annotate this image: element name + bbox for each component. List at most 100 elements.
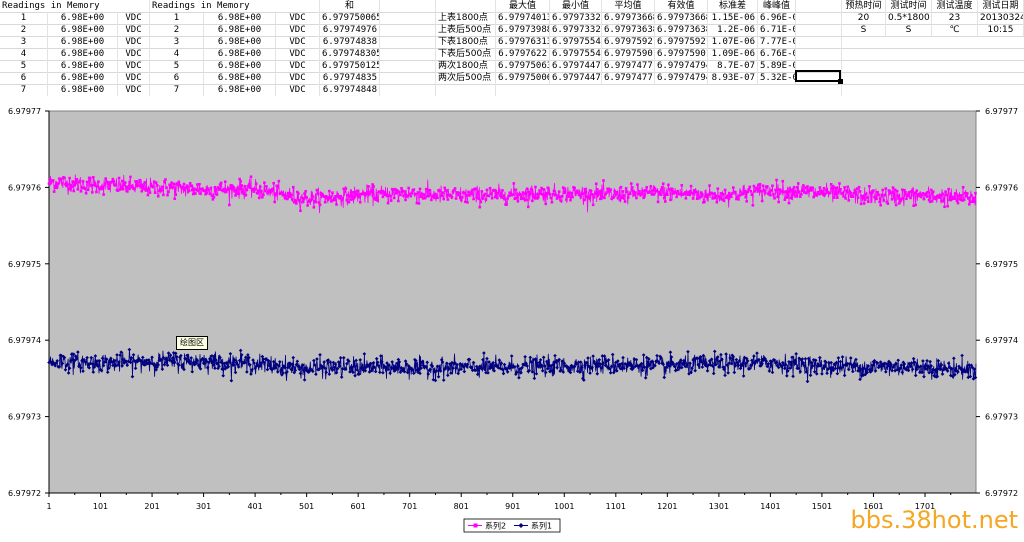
empty-cell[interactable] xyxy=(380,36,436,48)
meta-unit[interactable]: ℃ xyxy=(932,24,978,36)
reading-unit[interactable]: VDC xyxy=(118,48,150,60)
stats-value[interactable]: 6.97974794 xyxy=(655,60,708,72)
empty-cell[interactable] xyxy=(436,84,496,96)
meta-unit[interactable]: S xyxy=(842,24,886,36)
stats-row-label[interactable]: 上表1800点 xyxy=(436,12,496,24)
meta-header[interactable]: 测试日期 xyxy=(978,0,1024,12)
sum-value[interactable]: 6.979748305 xyxy=(320,48,380,60)
stats-value[interactable]: 6.9797447 xyxy=(550,60,602,72)
reading-unit[interactable]: VDC xyxy=(276,60,320,72)
stats-value[interactable]: 6.9797477 xyxy=(602,72,655,84)
sum-value[interactable]: 6.97974976 xyxy=(320,24,380,36)
meta-header[interactable]: 测试时间 xyxy=(886,0,932,12)
stats-value[interactable]: 6.97973638 xyxy=(602,24,655,36)
reading-value[interactable]: 6.98E+00 xyxy=(48,84,118,96)
stats-value[interactable]: 6.97975921 xyxy=(655,36,708,48)
stats-header[interactable]: 最大值 xyxy=(496,0,550,12)
empty-cell[interactable] xyxy=(796,24,842,36)
stats-value[interactable]: 5.89E-06 xyxy=(758,60,796,72)
stats-value[interactable]: 6.9797332 xyxy=(550,12,602,24)
stats-value[interactable]: 6.97973988 xyxy=(496,24,550,36)
reading-index[interactable]: 7 xyxy=(150,84,204,96)
reading-unit[interactable]: VDC xyxy=(276,84,320,96)
stats-value[interactable]: 8.93E-07 xyxy=(708,72,758,84)
stats-value[interactable]: 6.97973668 xyxy=(655,12,708,24)
reading-index[interactable]: 3 xyxy=(0,36,48,48)
stats-value[interactable]: 6.9797447 xyxy=(550,72,602,84)
stats-row-label[interactable]: 上表后500点 xyxy=(436,24,496,36)
stats-value[interactable]: 1.07E-06 xyxy=(708,36,758,48)
chart-area[interactable]: 6.97977 6.97977 6.97976 6.97976 6.97975 6.979… xyxy=(0,96,1024,538)
stats-value[interactable]: 6.9797622 xyxy=(496,48,550,60)
meta-header[interactable]: 预热时间 xyxy=(842,0,886,12)
empty-cell[interactable] xyxy=(436,0,496,12)
stats-value[interactable]: 1.15E-06 xyxy=(708,12,758,24)
stats-value[interactable]: 6.9797332 xyxy=(550,24,602,36)
empty-cell[interactable] xyxy=(796,0,842,12)
empty-cell[interactable] xyxy=(796,36,842,48)
stats-value[interactable]: 6.97975063 xyxy=(496,60,550,72)
empty-cell[interactable] xyxy=(380,24,436,36)
reading-unit[interactable]: VDC xyxy=(118,36,150,48)
reading-value[interactable]: 6.98E+00 xyxy=(204,12,276,24)
reading-value[interactable]: 6.98E+00 xyxy=(204,60,276,72)
stats-value[interactable]: 6.97976313 xyxy=(496,36,550,48)
reading-unit[interactable]: VDC xyxy=(118,24,150,36)
fill-handle[interactable] xyxy=(838,79,843,84)
empty-cell[interactable] xyxy=(380,60,436,72)
reading-unit[interactable]: VDC xyxy=(118,12,150,24)
reading-index[interactable]: 2 xyxy=(150,24,204,36)
reading-value[interactable]: 6.98E+00 xyxy=(48,60,118,72)
stats-value[interactable]: 1.09E-06 xyxy=(708,48,758,60)
stats-value[interactable]: 6.97974013 xyxy=(496,12,550,24)
reading-index[interactable]: 1 xyxy=(150,12,204,24)
stats-value[interactable]: 6.9797554 xyxy=(550,36,602,48)
meta-value[interactable]: 23 xyxy=(932,12,978,24)
empty-cell[interactable] xyxy=(380,72,436,84)
stats-value[interactable]: 8.7E-07 xyxy=(708,60,758,72)
stats-header[interactable]: 峰峰值 xyxy=(758,0,796,12)
reading-value[interactable]: 6.98E+00 xyxy=(204,84,276,96)
stats-header[interactable]: 有效值 xyxy=(655,0,708,12)
reading-value[interactable]: 6.98E+00 xyxy=(48,36,118,48)
stats-value[interactable]: 1.2E-06 xyxy=(708,24,758,36)
reading-value[interactable]: 6.98E+00 xyxy=(204,36,276,48)
reading-value[interactable]: 6.98E+00 xyxy=(48,48,118,60)
reading-unit[interactable]: VDC xyxy=(276,48,320,60)
meta-header[interactable]: 测试温度 xyxy=(932,0,978,12)
stats-row-label[interactable]: 两次后500点 xyxy=(436,72,496,84)
reading-value[interactable]: 6.98E+00 xyxy=(48,72,118,84)
sum-value[interactable]: 6.97974835 xyxy=(320,72,380,84)
reading-unit[interactable]: VDC xyxy=(276,24,320,36)
stats-header[interactable]: 最小值 xyxy=(550,0,602,12)
stats-value[interactable]: 6.97974794 xyxy=(655,72,708,84)
empty-cell[interactable] xyxy=(380,48,436,60)
stats-row-label[interactable]: 下表后500点 xyxy=(436,48,496,60)
reading-value[interactable]: 6.98E+00 xyxy=(204,48,276,60)
readings-header-a[interactable]: Readings in Memory xyxy=(0,0,150,12)
sum-value[interactable]: 6.97974838 xyxy=(320,36,380,48)
empty-cell[interactable] xyxy=(796,84,842,96)
stats-value[interactable]: 6.97975901 xyxy=(602,48,655,60)
reading-index[interactable]: 6 xyxy=(0,72,48,84)
reading-index[interactable]: 3 xyxy=(150,36,204,48)
meta-value[interactable]: 20130324 xyxy=(978,12,1024,24)
selected-cell[interactable] xyxy=(795,70,841,82)
reading-unit[interactable]: VDC xyxy=(118,60,150,72)
readings-header-b[interactable]: Readings in Memory xyxy=(150,0,320,12)
sum-header[interactable]: 和 xyxy=(320,0,380,12)
stats-value[interactable]: 6.76E-06 xyxy=(758,48,796,60)
stats-value[interactable]: 6.97975901 xyxy=(655,48,708,60)
empty-cell[interactable] xyxy=(380,0,436,12)
empty-cell[interactable] xyxy=(380,12,436,24)
reading-index[interactable]: 2 xyxy=(0,24,48,36)
reading-unit[interactable]: VDC xyxy=(118,72,150,84)
stats-header[interactable]: 标准差 xyxy=(708,0,758,12)
stats-value[interactable]: 7.77E-06 xyxy=(758,36,796,48)
line-chart[interactable]: 6.97977 6.97977 6.97976 6.97976 6.97975 6.979… xyxy=(0,96,1024,538)
reading-index[interactable]: 5 xyxy=(0,60,48,72)
reading-unit[interactable]: VDC xyxy=(118,84,150,96)
stats-value[interactable]: 6.71E-06 xyxy=(758,24,796,36)
reading-value[interactable]: 6.98E+00 xyxy=(204,72,276,84)
reading-index[interactable]: 6 xyxy=(150,72,204,84)
